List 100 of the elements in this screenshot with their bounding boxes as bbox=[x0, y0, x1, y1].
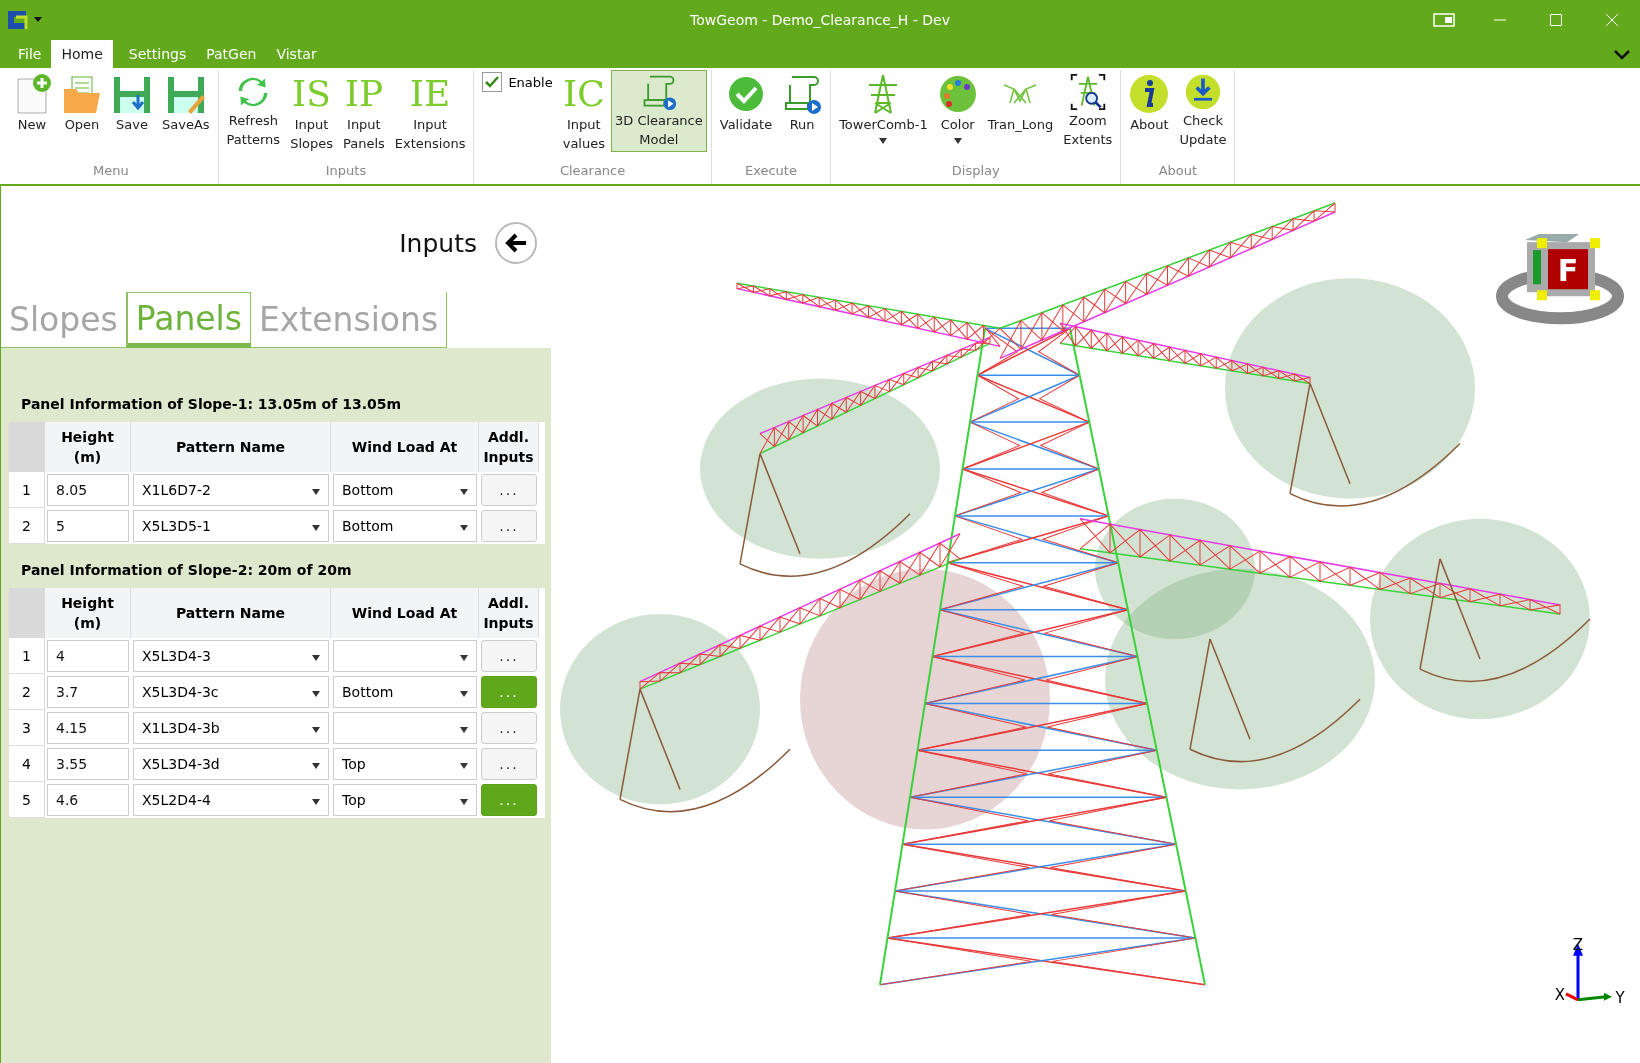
column-header: Pattern Name bbox=[131, 588, 331, 638]
ribbon-button[interactable]: Open bbox=[58, 70, 106, 152]
height-field[interactable]: 5 bbox=[47, 510, 129, 542]
monitor-icon bbox=[1433, 13, 1455, 27]
caret-icon bbox=[312, 489, 320, 495]
height-field[interactable]: 4 bbox=[47, 640, 129, 672]
checkmark-icon bbox=[485, 76, 500, 88]
back-button[interactable] bbox=[495, 222, 537, 264]
caret-icon bbox=[312, 655, 320, 661]
scroll-play-icon bbox=[782, 73, 823, 115]
wind-load-dropdown[interactable]: Bottom bbox=[333, 474, 477, 506]
caret-icon bbox=[460, 763, 468, 769]
pattern-dropdown[interactable]: X1L3D4-3b bbox=[133, 712, 329, 744]
column-header: Height (m) bbox=[45, 422, 131, 472]
more-button[interactable]: ... bbox=[481, 640, 537, 672]
wind-load-dropdown[interactable]: Bottom bbox=[333, 510, 477, 542]
paint-palette-icon bbox=[937, 73, 978, 115]
header-corner bbox=[9, 422, 45, 472]
height-field[interactable]: 8.05 bbox=[47, 474, 129, 506]
caret-icon bbox=[312, 799, 320, 805]
table-heading: Panel Information of Slope-1: 13.05m of 13.05m bbox=[20, 396, 403, 412]
header-corner bbox=[9, 588, 45, 638]
ribbon-button[interactable]: Tran_Long bbox=[983, 70, 1058, 152]
ribbon-button[interactable]: New bbox=[8, 70, 56, 152]
pattern-dropdown[interactable]: X1L6D7-2 bbox=[133, 474, 329, 506]
pattern-dropdown[interactable]: X5L3D4-3d bbox=[133, 748, 329, 780]
panel-title: Inputs bbox=[399, 228, 477, 258]
wind-load-dropdown[interactable]: Bottom bbox=[333, 676, 477, 708]
table-heading: Panel Information of Slope-2: 20m of 20m bbox=[20, 562, 353, 578]
wind-load-dropdown[interactable]: Top bbox=[333, 748, 477, 780]
ribbon-button[interactable]: About bbox=[1125, 70, 1174, 152]
maximize-icon bbox=[1550, 14, 1562, 26]
ribbon-button[interactable]: Zoom Extents bbox=[1059, 70, 1117, 152]
caret-icon bbox=[312, 525, 320, 531]
ribbon-button[interactable]: Color bbox=[933, 70, 982, 152]
folder-icon bbox=[62, 73, 102, 115]
wind-load-dropdown[interactable] bbox=[333, 712, 477, 744]
ribbon-button[interactable]: IP Input Panels bbox=[338, 70, 389, 152]
ribbon-button[interactable]: Validate bbox=[715, 70, 777, 152]
ribbon-button[interactable]: Check Update bbox=[1175, 70, 1231, 152]
axis-triad: Z X Y bbox=[1554, 935, 1625, 1007]
row-number: 1 bbox=[9, 638, 45, 674]
pattern-dropdown[interactable]: X5L3D4-3 bbox=[133, 640, 329, 672]
caret-icon bbox=[460, 691, 468, 697]
ribbon-button[interactable]: IS Input Slopes bbox=[286, 70, 337, 152]
ribbon-button[interactable]: IC Input values bbox=[558, 70, 609, 152]
pattern-dropdown[interactable]: X5L3D5-1 bbox=[133, 510, 329, 542]
row-number: 1 bbox=[9, 472, 45, 508]
column-header: Pattern Name bbox=[131, 422, 331, 472]
caret-icon bbox=[460, 489, 468, 495]
more-button[interactable]: ... bbox=[481, 474, 537, 506]
ribbon-tab[interactable]: Home bbox=[51, 40, 113, 68]
column-header: Addl. Inputs bbox=[479, 588, 539, 638]
more-button[interactable]: ... bbox=[481, 748, 537, 780]
app-logo-icon[interactable] bbox=[6, 9, 44, 31]
column-header: Wind Load At bbox=[331, 422, 479, 472]
more-button[interactable]: ... bbox=[481, 712, 537, 744]
ribbon-button[interactable]: IE Input Extensions bbox=[390, 70, 470, 152]
group-label: Execute bbox=[743, 162, 798, 180]
info-icon bbox=[1129, 73, 1170, 115]
group-label: Display bbox=[950, 162, 1001, 180]
caret-icon bbox=[312, 763, 320, 769]
caret-icon bbox=[312, 691, 320, 697]
group-label: About bbox=[1157, 162, 1199, 180]
ribbon-button[interactable]: TowerComb-1 bbox=[835, 70, 932, 152]
group-label: Menu bbox=[91, 162, 130, 180]
caret-icon bbox=[460, 727, 468, 733]
ribbon-button[interactable]: Run bbox=[778, 70, 827, 152]
more-button[interactable]: ... bbox=[481, 510, 537, 542]
caret-icon bbox=[312, 727, 320, 733]
column-header: Addl. Inputs bbox=[479, 422, 539, 472]
row-number: 2 bbox=[9, 508, 45, 544]
column-header: Wind Load At bbox=[331, 588, 479, 638]
window-title: TowGeom - Demo_Clearance_H - Dev bbox=[689, 12, 951, 28]
column-header: Height (m) bbox=[45, 588, 131, 638]
wind-load-dropdown[interactable] bbox=[333, 640, 477, 672]
row-number: 3 bbox=[9, 710, 45, 746]
collapse-ribbon-icon[interactable] bbox=[1614, 50, 1630, 60]
back-arrow-icon bbox=[504, 233, 528, 253]
ribbon-button[interactable]: SaveAs bbox=[158, 70, 214, 152]
height-field[interactable]: 3.7 bbox=[47, 676, 129, 708]
caret-icon bbox=[460, 799, 468, 805]
ribbon-button[interactable]: 3D Clearance Model bbox=[611, 70, 707, 152]
height-field[interactable]: 4.15 bbox=[47, 712, 129, 744]
close-icon bbox=[1606, 14, 1618, 26]
row-number: 4 bbox=[9, 746, 45, 782]
row-number: 5 bbox=[9, 782, 45, 818]
height-field[interactable]: 4.6 bbox=[47, 784, 129, 816]
caret-icon bbox=[460, 525, 468, 531]
wind-load-dropdown[interactable]: Top bbox=[333, 784, 477, 816]
caret-icon bbox=[460, 655, 468, 661]
ribbon-button[interactable]: Refresh Patterns bbox=[222, 70, 285, 152]
pattern-dropdown[interactable]: X5L2D4-4 bbox=[133, 784, 329, 816]
group-label: Clearance bbox=[558, 162, 627, 180]
enable-checkbox[interactable]: Enable bbox=[478, 70, 557, 92]
height-field[interactable]: 3.55 bbox=[47, 748, 129, 780]
pattern-dropdown[interactable]: X5L3D4-3c bbox=[133, 676, 329, 708]
ribbon-button[interactable]: Save bbox=[108, 70, 156, 152]
group-label: Inputs bbox=[324, 162, 368, 180]
row-number: 2 bbox=[9, 674, 45, 710]
